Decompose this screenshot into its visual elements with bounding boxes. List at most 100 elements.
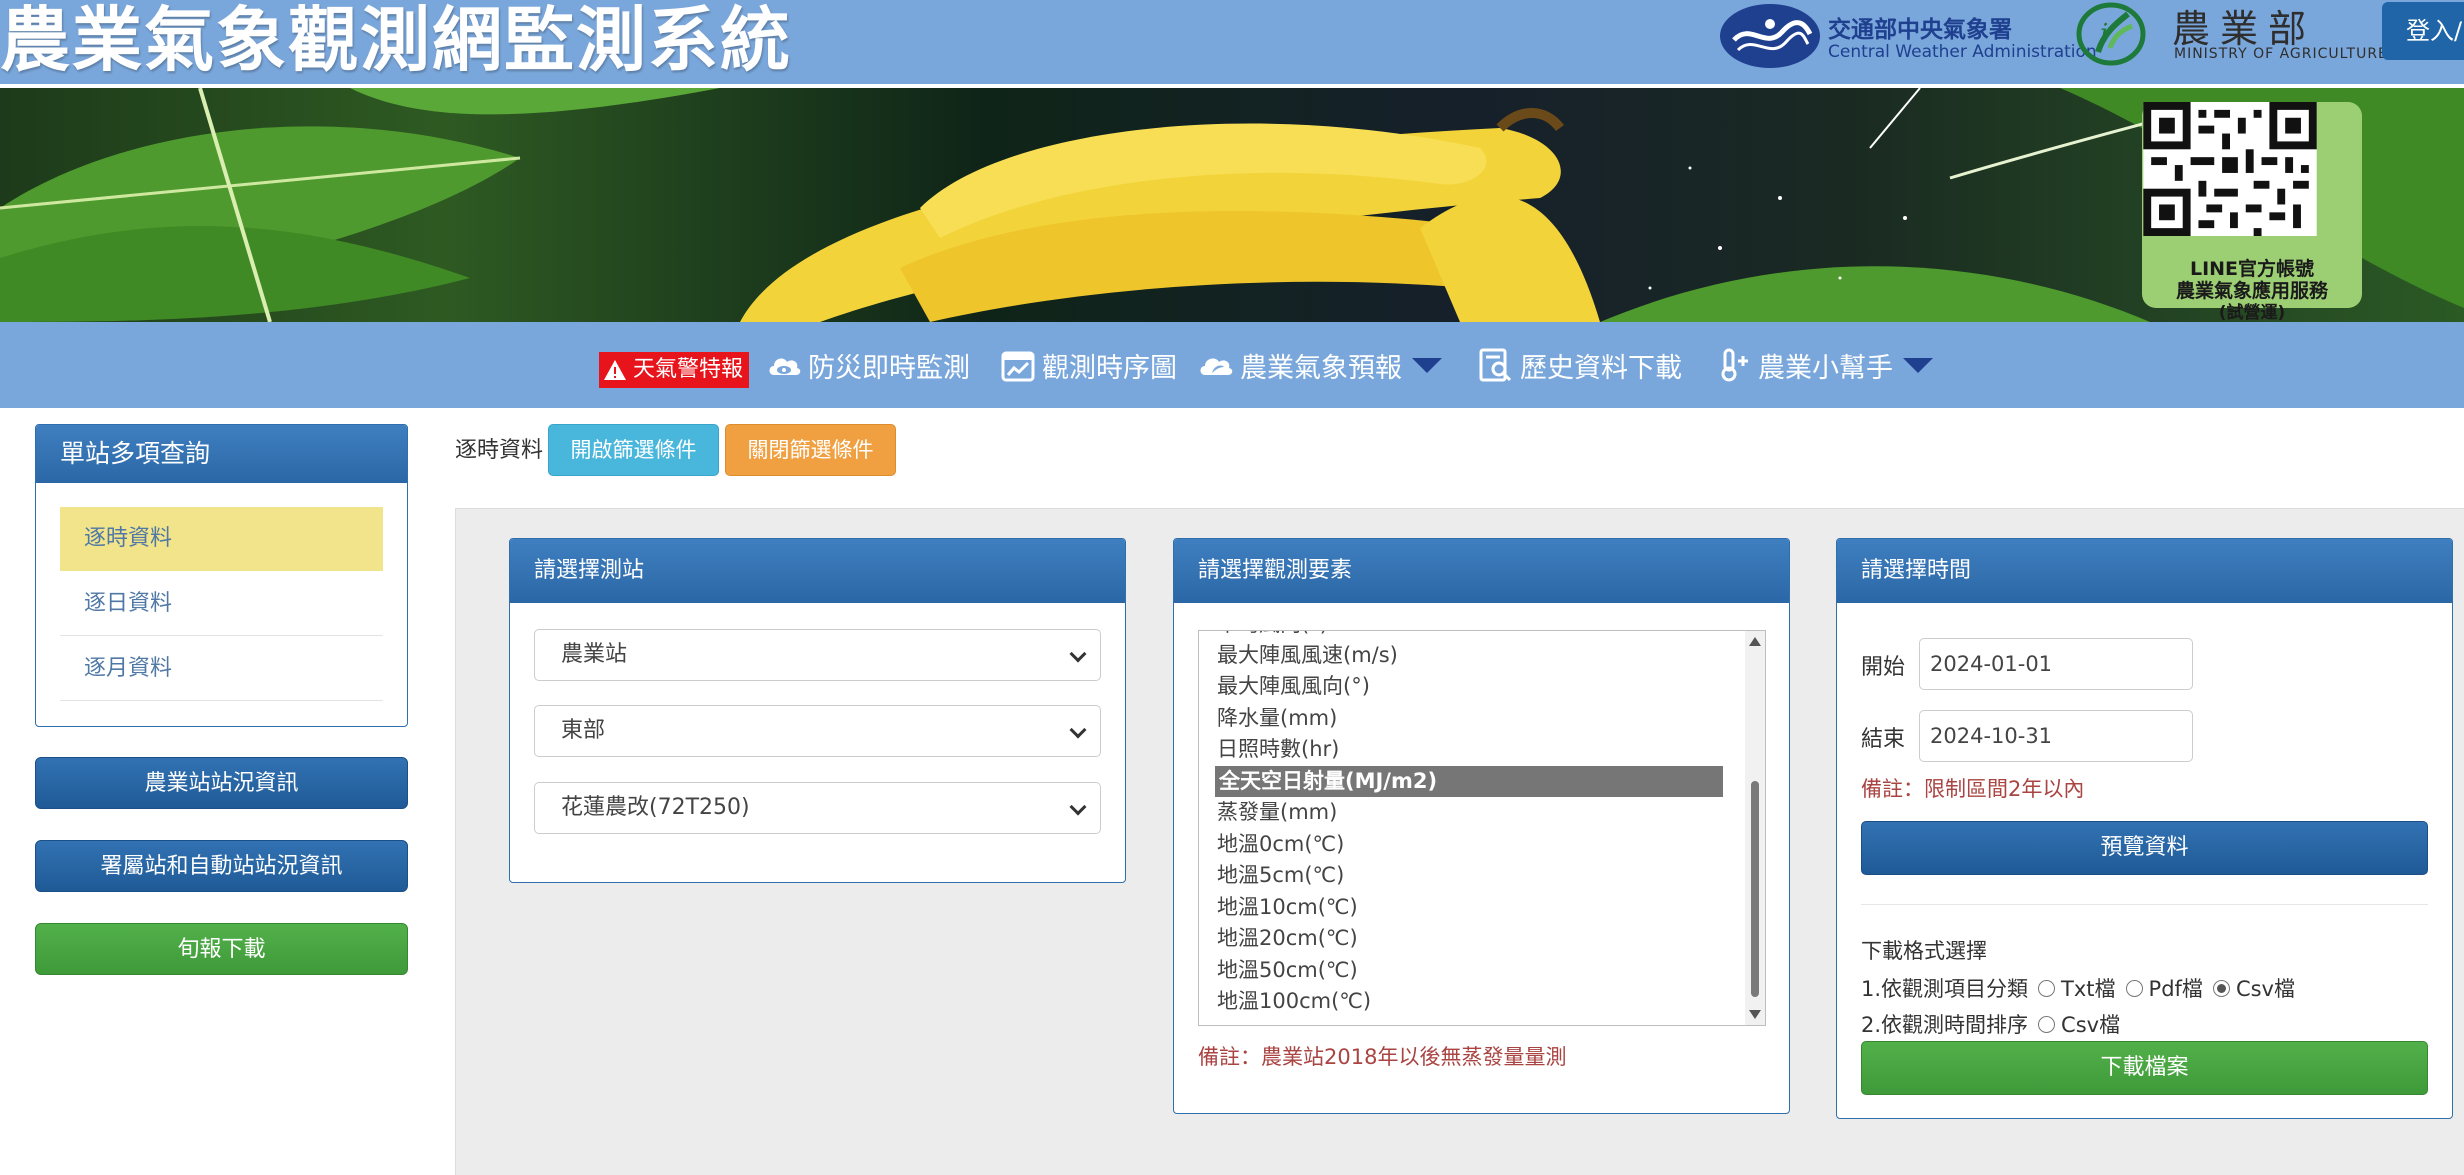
sidebar-item-hourly[interactable]: 逐時資料: [60, 507, 383, 571]
region-select[interactable]: 東部: [534, 705, 1101, 757]
scroll-up-arrow-icon[interactable]: [1749, 637, 1761, 646]
login-button[interactable]: 登入/: [2382, 2, 2464, 60]
station-panel-title: 請選擇測站: [510, 539, 1125, 603]
list-option[interactable]: 平均風向(°): [1217, 631, 1328, 640]
radio-label: Txt檔: [2061, 977, 2116, 1001]
open-filter-button[interactable]: 開啟篩選條件: [548, 424, 719, 476]
time-panel: 請選擇時間 開始 2024-01-01 結束 2024-10-31 備註：限制區…: [1836, 538, 2453, 1119]
weather-alert-badge[interactable]: 天氣警特報: [599, 352, 750, 388]
scroll-down-arrow-icon[interactable]: [1749, 1010, 1761, 1019]
banner-image: LINE官方帳號 農業氣象應用服務 (試營運): [0, 88, 2464, 322]
list-option[interactable]: 地溫50cm(℃): [1217, 955, 1358, 986]
chevron-down-icon: [1069, 798, 1087, 816]
cwa-name-en: Central Weather Administration: [1828, 42, 2097, 62]
region-value: 東部: [561, 718, 606, 743]
list-option[interactable]: 最大陣風風速(m/s): [1217, 640, 1398, 671]
radio-csv[interactable]: [2038, 1015, 2056, 1033]
cwa-logo[interactable]: 交通部中央氣象署 Central Weather Administration: [1720, 4, 2097, 68]
nav-label: 農業小幫手: [1758, 352, 1893, 384]
chevron-down-icon: [1069, 645, 1087, 663]
format-row-label: 2.依觀測時間排序: [1861, 1013, 2029, 1037]
nav-item-disaster-monitor[interactable]: 防災即時監測: [766, 344, 970, 386]
line-qr-panel[interactable]: LINE官方帳號 農業氣象應用服務 (試營運): [2142, 102, 2362, 322]
nav-item-agri-forecast[interactable]: 農業氣象預報: [1198, 344, 1442, 386]
listbox-scrollbar[interactable]: [1745, 631, 1765, 1025]
nav-item-agri-helper[interactable]: 農業小幫手: [1716, 344, 1933, 386]
station-type-select[interactable]: 農業站: [534, 629, 1101, 681]
divider: [1861, 904, 2428, 905]
format-title: 下載格式選擇: [1861, 939, 1987, 963]
cwa-station-status-button[interactable]: 署屬站和自動站站況資訊: [35, 840, 408, 892]
radio-txt[interactable]: [2038, 979, 2056, 997]
list-option[interactable]: 蒸發量(mm): [1217, 797, 1337, 828]
chevron-down-icon: [1412, 357, 1442, 373]
list-option[interactable]: 地溫10cm(℃): [1217, 892, 1358, 923]
document-search-icon: [1479, 348, 1512, 382]
main-nav: 防災即時監測 觀測時序圖 農業氣象預報 歷史資料下載 農業小幫手: [0, 322, 2464, 408]
svg-text:i: i: [2100, 19, 2108, 49]
current-mode-label: 逐時資料: [455, 438, 544, 463]
radio-label: Pdf檔: [2148, 977, 2203, 1001]
list-option[interactable]: 降水量(mm): [1217, 703, 1337, 734]
list-option-selected[interactable]: 全天空日射量(MJ/m2): [1215, 766, 1723, 797]
start-date-input[interactable]: 2024-01-01: [1919, 638, 2193, 690]
list-option[interactable]: 地溫5cm(℃): [1217, 860, 1344, 891]
list-option[interactable]: 日照時數(hr): [1217, 734, 1339, 765]
cwa-emblem-icon: [1720, 4, 1820, 68]
sidebar-item-monthly[interactable]: 逐月資料: [60, 637, 383, 701]
scrollbar-thumb[interactable]: [1751, 781, 1759, 997]
close-filter-button[interactable]: 關閉篩選條件: [725, 424, 896, 476]
list-option[interactable]: 地溫100cm(℃): [1217, 986, 1371, 1017]
start-label: 開始: [1861, 655, 1906, 680]
calendar-chart-icon: [1001, 351, 1035, 382]
thermometer-plus-icon: [1721, 348, 1748, 382]
moa-logo[interactable]: i 農業部 MINISTRY OF AGRICULTURE: [2074, 0, 2387, 70]
preview-data-button[interactable]: 預覽資料: [1861, 821, 2428, 875]
element-listbox[interactable]: 平均風向(°) 最大陣風風速(m/s) 最大陣風風向(°) 降水量(mm) 日照…: [1198, 630, 1766, 1026]
banana-banner-art: [0, 88, 2464, 322]
station-value: 花蓮農改(72T250): [561, 795, 750, 820]
cwa-name: 交通部中央氣象署: [1828, 17, 2012, 43]
moa-emblem-icon: i: [2074, 2, 2148, 66]
list-option[interactable]: 地溫20cm(℃): [1217, 923, 1358, 954]
element-panel: 請選擇觀測要素 平均風向(°) 最大陣風風速(m/s) 最大陣風風向(°) 降水…: [1173, 538, 1790, 1114]
end-date-input[interactable]: 2024-10-31: [1919, 710, 2193, 762]
site-header: 農業氣象觀測網監測系統 交通部中央氣象署 Central Weather Adm…: [0, 0, 2464, 88]
chevron-down-icon: [1903, 357, 1933, 373]
time-panel-title: 請選擇時間: [1837, 539, 2452, 603]
evaporation-note: 備註：農業站2018年以後無蒸發量量測: [1198, 1045, 1567, 1069]
end-label: 結束: [1861, 727, 1906, 752]
single-station-query-panel: 單站多項查詢 逐時資料 逐日資料 逐月資料: [35, 424, 408, 727]
qr-caption-3: (試營運): [2218, 303, 2286, 322]
station-panel: 請選擇測站 農業站 東部 花蓮農改(72T250): [509, 538, 1126, 883]
warning-icon: [604, 360, 626, 380]
nav-label: 觀測時序圖: [1042, 352, 1177, 384]
nav-label: 農業氣象預報: [1240, 352, 1402, 384]
format-row-by-item: 1.依觀測項目分類 Txt檔 Pdf檔 Csv檔: [1861, 973, 2295, 1003]
radio-label: Csv檔: [2235, 977, 2295, 1001]
dekad-report-download-button[interactable]: 旬報下載: [35, 923, 408, 975]
element-panel-title: 請選擇觀測要素: [1174, 539, 1789, 603]
weather-alert-label: 天氣警特報: [633, 357, 744, 382]
sidebar-item-daily[interactable]: 逐日資料: [60, 572, 383, 636]
format-row-by-time: 2.依觀測時間排序 Csv檔: [1861, 1009, 2120, 1039]
download-file-button[interactable]: 下載檔案: [1861, 1041, 2428, 1095]
range-limit-note: 備註：限制區間2年以內: [1861, 777, 2085, 801]
site-title: 農業氣象觀測網監測系統: [0, 0, 792, 81]
radio-pdf[interactable]: [2125, 979, 2143, 997]
moa-name-en: MINISTRY OF AGRICULTURE: [2174, 46, 2388, 62]
cloud-eye-icon: [769, 358, 801, 375]
nav-item-history-download[interactable]: 歷史資料下載: [1478, 344, 1682, 386]
station-select[interactable]: 花蓮農改(72T250): [534, 782, 1101, 834]
list-option[interactable]: 最大陣風風向(°): [1217, 671, 1370, 702]
nav-label: 防災即時監測: [808, 352, 970, 384]
format-row-label: 1.依觀測項目分類: [1861, 977, 2029, 1001]
cloud-leaf-icon: [1200, 358, 1233, 375]
station-type-value: 農業站: [561, 642, 628, 667]
radio-label: Csv檔: [2061, 1013, 2121, 1037]
radio-csv-selected[interactable]: [2212, 979, 2230, 997]
list-option[interactable]: 地溫0cm(℃): [1217, 829, 1344, 860]
side-panel-title: 單站多項查詢: [36, 425, 407, 483]
agri-station-status-button[interactable]: 農業站站況資訊: [35, 757, 408, 809]
nav-item-time-series[interactable]: 觀測時序圖: [1000, 344, 1177, 386]
